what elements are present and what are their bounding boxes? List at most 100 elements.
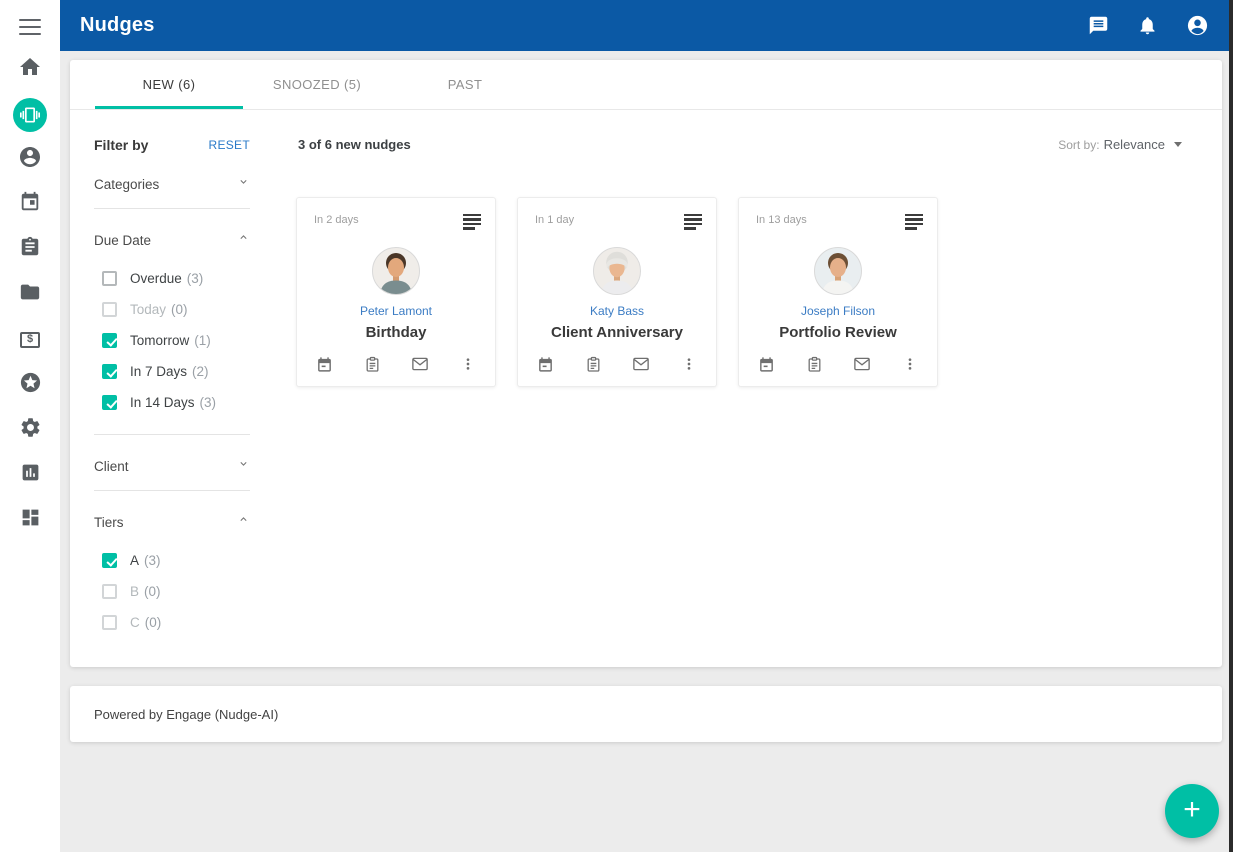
client-name-link[interactable]: Joseph Filson (801, 304, 875, 318)
app-root: $ Nudges (0, 0, 1233, 852)
filter-option-tomorrow[interactable]: Tomorrow (1) (102, 333, 250, 348)
checkbox-checked[interactable] (102, 364, 117, 379)
checkbox[interactable] (102, 584, 117, 599)
results-summary: 3 of 6 new nudges (298, 137, 411, 152)
dollar-icon: $ (20, 332, 40, 348)
sidebar-nav: $ (0, 47, 60, 542)
mail-icon[interactable] (632, 355, 650, 373)
tab-snoozed[interactable]: SNOOZED (5) (243, 60, 391, 109)
plus-icon: + (1183, 795, 1201, 825)
sidebar-item-tasks[interactable] (0, 227, 60, 272)
sidebar-item-calendar[interactable] (0, 182, 60, 227)
clipboard-icon[interactable] (364, 356, 381, 373)
sidebar-item-documents[interactable] (0, 272, 60, 317)
checkbox-checked[interactable] (102, 553, 117, 568)
folder-icon (19, 281, 41, 308)
clipboard-icon (19, 236, 41, 263)
vibration-nudges-icon (13, 98, 47, 132)
checkbox[interactable] (102, 271, 117, 286)
mail-icon[interactable] (411, 355, 429, 373)
clipboard-icon[interactable] (585, 356, 602, 373)
tab-past[interactable]: PAST (391, 60, 539, 109)
due-label: In 13 days (753, 211, 807, 226)
calendar-icon[interactable] (758, 356, 775, 373)
filters-title: Filter by (94, 137, 148, 153)
avatar (593, 247, 641, 295)
app-header: Nudges (60, 0, 1229, 51)
avatar (372, 247, 420, 295)
calendar-icon[interactable] (537, 356, 554, 373)
filter-option-in-14-days[interactable]: In 14 Days (3) (102, 395, 250, 410)
due-label: In 1 day (532, 211, 574, 226)
person-icon (18, 145, 42, 174)
sort-dropdown[interactable]: Sort by: Relevance (1058, 137, 1182, 152)
checkbox[interactable] (102, 615, 117, 630)
filter-option-in-7-days[interactable]: In 7 Days (2) (102, 364, 250, 379)
tab-new[interactable]: NEW (6) (95, 60, 243, 109)
sidebar: $ (0, 0, 60, 852)
nudge-title: Client Anniversary (551, 324, 683, 341)
footer-panel: Powered by Engage (Nudge-AI) (70, 686, 1222, 742)
filter-section-categories[interactable]: Categories (94, 175, 250, 193)
nudge-title: Birthday (366, 324, 427, 341)
client-name-link[interactable]: Katy Bass (590, 304, 644, 318)
nudge-card-portfolio-review: In 13 days (738, 197, 938, 387)
home-icon (18, 55, 42, 84)
chevron-up-icon (237, 513, 250, 531)
checkbox[interactable] (102, 302, 117, 317)
chat-icon[interactable] (1088, 15, 1109, 36)
account-circle-icon[interactable] (1186, 14, 1209, 37)
calendar-icon (19, 191, 41, 218)
dashboard-icon (20, 507, 41, 533)
checkbox-checked[interactable] (102, 333, 117, 348)
window-edge-strip (1229, 0, 1233, 852)
sidebar-item-nudges-active[interactable] (0, 92, 60, 137)
nudge-title: Portfolio Review (779, 324, 897, 341)
nudge-card-client-anniversary: In 1 day (517, 197, 717, 387)
notifications-bell-icon[interactable] (1137, 15, 1158, 36)
sidebar-item-billing[interactable]: $ (0, 317, 60, 362)
filter-section-due-date[interactable]: Due Date (94, 231, 250, 249)
more-vert-icon[interactable] (681, 356, 697, 372)
filter-option-today[interactable]: Today (0) (102, 302, 250, 317)
notes-icon[interactable] (905, 211, 923, 230)
divider (94, 208, 250, 209)
notes-icon[interactable] (684, 211, 702, 230)
reset-filters-button[interactable]: RESET (208, 138, 250, 152)
sidebar-item-settings[interactable] (0, 407, 60, 452)
filter-section-tiers[interactable]: Tiers (94, 513, 250, 531)
filter-section-client[interactable]: Client (94, 457, 250, 475)
add-nudge-fab[interactable]: + (1165, 784, 1219, 838)
sidebar-item-clients[interactable] (0, 137, 60, 182)
mail-icon[interactable] (853, 355, 871, 373)
chevron-down-icon (237, 457, 250, 475)
clipboard-icon[interactable] (806, 356, 823, 373)
sidebar-item-reports[interactable] (0, 452, 60, 497)
filter-panel: Filter by RESET Categories Due Date (70, 110, 296, 654)
checkbox-checked[interactable] (102, 395, 117, 410)
avatar (814, 247, 862, 295)
nudges-content: 3 of 6 new nudges Sort by: Relevance In … (296, 110, 1222, 654)
filter-option-tier-b[interactable]: B (0) (102, 584, 250, 599)
more-vert-icon[interactable] (902, 356, 918, 372)
powered-by-text: Powered by Engage (Nudge-AI) (94, 707, 278, 722)
client-name-link[interactable]: Peter Lamont (360, 304, 432, 318)
due-label: In 2 days (311, 211, 359, 226)
menu-icon[interactable] (19, 19, 41, 35)
nudge-card-birthday: In 2 days (296, 197, 496, 387)
page-title: Nudges (80, 14, 155, 37)
more-vert-icon[interactable] (460, 356, 476, 372)
bar-chart-icon (20, 462, 41, 488)
main-panel: NEW (6) SNOOZED (5) PAST Filter by RESET… (70, 60, 1222, 667)
sidebar-item-favorites[interactable] (0, 362, 60, 407)
filter-option-overdue[interactable]: Overdue (3) (102, 271, 250, 286)
calendar-icon[interactable] (316, 356, 333, 373)
filter-option-tier-c[interactable]: C (0) (102, 615, 250, 630)
filter-option-tier-a[interactable]: A (3) (102, 553, 250, 568)
dropdown-caret-icon (1174, 142, 1182, 147)
sidebar-item-dashboard[interactable] (0, 497, 60, 542)
notes-icon[interactable] (463, 211, 481, 230)
sidebar-item-home[interactable] (0, 47, 60, 92)
divider (94, 434, 250, 435)
chevron-up-icon (237, 231, 250, 249)
